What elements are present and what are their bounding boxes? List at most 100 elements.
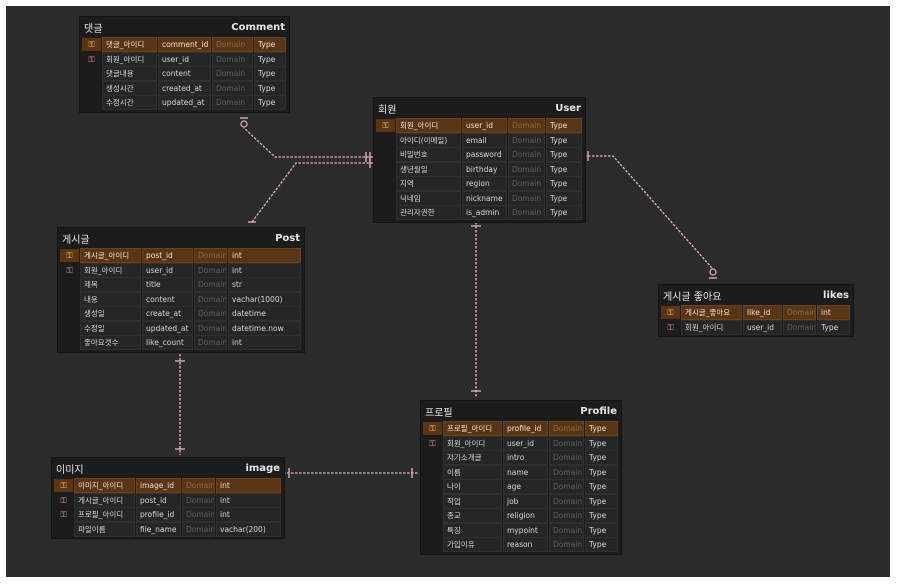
foreign-key-icon: ⚿ bbox=[60, 510, 67, 519]
column-row[interactable]: 제목 title Domain str bbox=[60, 277, 302, 292]
column-row[interactable]: ⚿ 이미지_아이디 image_id Domain int bbox=[54, 478, 282, 493]
column-row[interactable]: ⚿ 프로필_아이디 profile_id Domain int bbox=[54, 507, 282, 522]
column-logical-name: 댓글내용 bbox=[102, 66, 157, 81]
column-row[interactable]: ⚿ 회원_아이디 user_id Domain Type bbox=[376, 118, 583, 133]
column-row[interactable]: ⚿ 게시글_아이디 post_id Domain int bbox=[54, 492, 282, 508]
column-domain: Domain bbox=[212, 51, 253, 67]
column-type: Type bbox=[546, 132, 582, 148]
entity-image[interactable]: 이미지 image ⚿ 이미지_아이디 image_id Domain int ⚿ 게시글_아… bbox=[51, 457, 285, 539]
column-row[interactable]: ⚿ 회원_아이디 user_id Domain Type bbox=[423, 435, 619, 451]
column-key-cell bbox=[423, 451, 442, 464]
entity-user-physical-name: User bbox=[555, 102, 581, 114]
column-physical-name: user_id bbox=[142, 262, 193, 278]
column-logical-name: 가입이유 bbox=[443, 537, 502, 552]
column-key-cell bbox=[376, 148, 395, 161]
column-logical-name: 아이디(이메일) bbox=[396, 132, 461, 148]
column-physical-name: updated_at bbox=[142, 320, 193, 336]
column-physical-name: user_id bbox=[158, 51, 211, 67]
column-row[interactable]: 생년월일 birthday Domain Type bbox=[376, 161, 583, 177]
primary-key-icon: ⚿ bbox=[60, 481, 67, 490]
foreign-key-icon: ⚿ bbox=[667, 322, 674, 332]
column-logical-name: 게시글_아이디 bbox=[74, 492, 135, 508]
column-physical-name: is_admin bbox=[462, 205, 507, 220]
column-physical-name: mypoint bbox=[503, 522, 548, 538]
column-row[interactable]: 아이디(이메일) email Domain Type bbox=[376, 132, 583, 148]
column-row[interactable]: 닉네임 nickname Domain Type bbox=[376, 190, 583, 206]
column-logical-name: 수정일 bbox=[80, 320, 141, 336]
column-key-cell: ⚿ bbox=[423, 437, 442, 450]
column-row[interactable]: 생성시간 created_at Domain Type bbox=[82, 80, 287, 96]
entity-post[interactable]: 게시글 Post ⚿ 게시글_아이디 post_id Domain int ⚿ 회원_아이디 u… bbox=[57, 227, 305, 353]
column-domain: Domain bbox=[194, 277, 227, 292]
column-row[interactable]: ⚿ 회원_아이디 user_id Domain Type bbox=[661, 319, 851, 335]
column-type: Type bbox=[585, 421, 618, 436]
column-row[interactable]: 이름 name Domain Type bbox=[423, 464, 619, 480]
column-domain: Domain bbox=[549, 479, 584, 494]
column-row[interactable]: 수정일 updated_at Domain datetime.now bbox=[60, 320, 302, 336]
column-key-cell bbox=[376, 177, 395, 190]
column-row[interactable]: ⚿ 프로필_아이디 profile_id Domain Type bbox=[423, 421, 619, 436]
column-row[interactable]: 나이 age Domain Type bbox=[423, 479, 619, 494]
column-row[interactable]: 내용 content Domain vachar(1000) bbox=[60, 291, 302, 307]
entity-user[interactable]: 회원 User ⚿ 회원_아이디 user_id Domain Type 아이디(이메일) e… bbox=[373, 97, 586, 223]
column-physical-name: nickname bbox=[462, 190, 507, 206]
column-key-cell: ⚿ bbox=[661, 306, 680, 319]
column-physical-name: password bbox=[462, 147, 507, 162]
column-logical-name: 특징 bbox=[443, 522, 502, 538]
entity-profile[interactable]: 프로필 Profile ⚿ 프로필_아이디 profile_id Domain Type ⚿… bbox=[420, 400, 622, 555]
column-domain: Domain bbox=[194, 335, 227, 350]
column-logical-name: 이미지_아이디 bbox=[74, 478, 135, 493]
column-row[interactable]: ⚿ 댓글_아이디 comment_id Domain Type bbox=[82, 37, 287, 52]
column-logical-name: 게시글_아이디 bbox=[80, 248, 141, 263]
column-key-cell bbox=[423, 495, 442, 508]
column-row[interactable]: 특징 mypoint Domain Type bbox=[423, 522, 619, 538]
column-row[interactable]: ⚿ 게시글_좋아요 like_id Domain int bbox=[661, 305, 851, 320]
column-row[interactable]: 가입이유 reason Domain Type bbox=[423, 537, 619, 552]
column-domain: Domain bbox=[783, 305, 816, 320]
column-physical-name: job bbox=[503, 493, 548, 509]
column-type: Type bbox=[585, 493, 618, 509]
column-physical-name: post_id bbox=[142, 248, 193, 263]
column-physical-name: content bbox=[142, 291, 193, 307]
entity-likes-logical-name: 게시글 좋아요 bbox=[663, 291, 722, 303]
entity-comment[interactable]: 댓글 Comment ⚿ 댓글_아이디 comment_id Domain Type ⚿ 회원… bbox=[79, 16, 290, 113]
column-key-cell bbox=[60, 322, 79, 335]
column-physical-name: create_at bbox=[142, 306, 193, 321]
entity-post-physical-name: Post bbox=[275, 232, 300, 244]
column-domain: Domain bbox=[194, 320, 227, 336]
column-row[interactable]: 좋아요갯수 like_count Domain int bbox=[60, 335, 302, 350]
column-row[interactable]: 지역 region Domain Type bbox=[376, 176, 583, 191]
column-row[interactable]: 자기소개글 intro Domain Type bbox=[423, 450, 619, 465]
column-domain: Domain bbox=[549, 450, 584, 465]
column-key-cell: ⚿ bbox=[423, 422, 442, 435]
column-row[interactable]: 직업 job Domain Type bbox=[423, 493, 619, 509]
column-row[interactable]: 댓글내용 content Domain Type bbox=[82, 66, 287, 81]
column-row[interactable]: 비밀번호 password Domain Type bbox=[376, 147, 583, 162]
column-domain: Domain bbox=[182, 492, 215, 508]
column-row[interactable]: 관리자권한 is_admin Domain Type bbox=[376, 205, 583, 220]
column-logical-name: 자기소개글 bbox=[443, 450, 502, 465]
column-type: Type bbox=[585, 479, 618, 494]
column-type: Type bbox=[585, 464, 618, 480]
column-type: datetime bbox=[228, 306, 301, 321]
column-physical-name: religion bbox=[503, 508, 548, 523]
column-physical-name: user_id bbox=[743, 319, 782, 335]
column-domain: Domain bbox=[508, 132, 545, 148]
column-row[interactable]: 파일이름 file_name Domain vachar(200) bbox=[54, 521, 282, 537]
column-physical-name: post_id bbox=[136, 492, 181, 508]
column-logical-name: 수정시간 bbox=[102, 95, 157, 110]
column-row[interactable]: ⚿ 게시글_아이디 post_id Domain int bbox=[60, 248, 302, 263]
column-logical-name: 나이 bbox=[443, 479, 502, 494]
entity-likes[interactable]: 게시글 좋아요 likes ⚿ 게시글_좋아요 like_id Domain int ⚿ 회원… bbox=[658, 284, 854, 337]
column-row[interactable]: 생성일 create_at Domain datetime bbox=[60, 306, 302, 321]
column-domain: Domain bbox=[549, 522, 584, 538]
column-row[interactable]: 수정시간 updated_at Domain Type bbox=[82, 95, 287, 110]
foreign-key-icon: ⚿ bbox=[66, 265, 73, 275]
column-row[interactable]: ⚿ 회원_아이디 user_id Domain int bbox=[60, 262, 302, 278]
column-domain: Domain bbox=[194, 291, 227, 307]
column-row[interactable]: ⚿ 회원_아이디 user_id Domain Type bbox=[82, 51, 287, 67]
column-domain: Domain bbox=[194, 262, 227, 278]
column-physical-name: image_id bbox=[136, 478, 181, 493]
column-key-cell bbox=[423, 509, 442, 522]
column-row[interactable]: 종교 religion Domain Type bbox=[423, 508, 619, 523]
